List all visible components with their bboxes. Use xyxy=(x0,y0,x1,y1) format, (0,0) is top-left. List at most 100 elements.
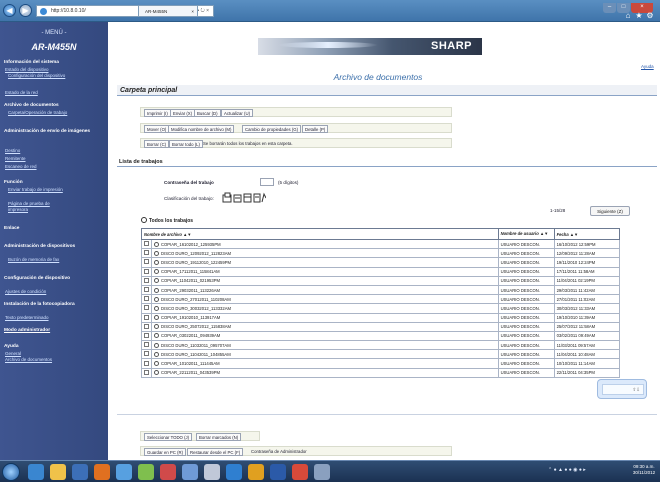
app8-taskbar-icon[interactable] xyxy=(248,464,264,480)
back-button[interactable]: ◀ xyxy=(3,4,16,17)
scroll-arrows-icon[interactable]: ⇧⇩ xyxy=(602,384,644,395)
filename-cell[interactable]: DISCO DURO_30032012_113332AM xyxy=(151,303,499,314)
filename-cell[interactable]: COPIAR_03022011_094939AM xyxy=(151,330,499,342)
sort-icon[interactable]: ▲▼ xyxy=(570,232,578,237)
sidebar-link-carpeta[interactable]: Carpeta/Operación de trabajo xyxy=(8,110,74,116)
sidebar-link-buzon-fax[interactable]: Buzón de memoria de fax xyxy=(8,257,74,263)
print-button[interactable]: Imprimir (I) xyxy=(144,109,171,117)
sort-icon[interactable]: ▲▼ xyxy=(540,231,548,236)
explorer-taskbar-icon[interactable] xyxy=(50,464,66,480)
filename-cell[interactable]: COPIAR_19102010_113917AM xyxy=(151,312,499,323)
favorites-icon[interactable]: ★ xyxy=(634,11,644,21)
table-row[interactable]: COPIAR_16102012_125935PM USUARIO DESCON. 1… xyxy=(141,238,621,250)
minimize-button[interactable]: – xyxy=(603,3,616,13)
filename-cell[interactable]: DISCO DURO_11032011_095707AM xyxy=(151,340,499,351)
app10-taskbar-icon[interactable] xyxy=(314,464,330,480)
table-row[interactable]: COPIAR_03022011_094939AM USUARIO DESCON. 0… xyxy=(141,330,621,342)
table-row[interactable]: DISCO DURO_12092012_112823AM USUARIO DESC… xyxy=(141,248,621,259)
send-button[interactable]: Enviar (X) xyxy=(170,109,196,117)
move-button[interactable]: Mover (O) xyxy=(144,125,170,133)
filename-cell[interactable]: COPIAR_22112011_043539PM xyxy=(151,367,499,378)
row-checkbox[interactable] xyxy=(144,241,149,247)
select-all-button[interactable]: Seleccionar TODO (J) xyxy=(144,433,193,441)
sidebar-link-ajustes[interactable]: Ajustes de condición xyxy=(5,289,105,295)
filename-cell[interactable]: COPIAR_11042011_021953PM xyxy=(151,275,499,286)
search-button[interactable]: Buscar (D) xyxy=(194,109,221,117)
table-row[interactable]: DISCO DURO_25072012_115838AM USUARIO DESC… xyxy=(141,321,621,332)
sidebar-link-pagina-prueba[interactable]: Página de prueba de impresora xyxy=(8,201,64,212)
row-checkbox[interactable] xyxy=(144,314,149,320)
properties-button[interactable]: Cambio de propiedades (G) xyxy=(242,125,302,133)
filename-cell[interactable]: DISCO DURO_25072012_115838AM xyxy=(151,321,499,332)
sidebar-link-escaneo-red[interactable]: Escaneo de red xyxy=(5,164,105,170)
filename-cell[interactable]: DISCO DURO_19112010_122459PM xyxy=(151,257,499,268)
table-row[interactable]: DISCO DURO_11042011_104855AM USUARIO DESC… xyxy=(141,349,621,360)
sidebar-link-general[interactable]: General xyxy=(5,351,105,357)
row-checkbox[interactable] xyxy=(144,277,149,283)
help-link[interactable]: Ayuda xyxy=(641,64,654,69)
print-class-icon[interactable] xyxy=(233,194,242,203)
row-checkbox[interactable] xyxy=(144,342,149,348)
app2-taskbar-icon[interactable] xyxy=(116,464,132,480)
app3-taskbar-icon[interactable] xyxy=(138,464,154,480)
sidebar-link-config-dispositivo[interactable]: Configuración del dispositivo xyxy=(8,73,68,79)
row-checkbox[interactable] xyxy=(144,360,149,366)
rename-button[interactable]: Modifica nombre de archivo (M) xyxy=(168,125,235,133)
app7-taskbar-icon[interactable] xyxy=(226,464,242,480)
table-row[interactable]: COPIAR_11042011_021953PM USUARIO DESCON. 1… xyxy=(141,275,621,286)
app4-taskbar-icon[interactable] xyxy=(160,464,176,480)
browser-tab[interactable]: AR-M455N × xyxy=(138,5,198,17)
table-row[interactable]: COPIAR_17112011_115841AM USUARIO DESCON. 1… xyxy=(141,266,621,277)
detail-button[interactable]: Detalle (P) xyxy=(302,125,329,133)
job-password-input[interactable] xyxy=(260,178,274,186)
table-row[interactable]: DISCO DURO_30032012_113332AM USUARIO DESC… xyxy=(141,303,621,314)
forward-button[interactable]: ▶ xyxy=(19,4,32,17)
table-row[interactable]: COPIAR_19102010_113917AM USUARIO DESCON. 1… xyxy=(141,312,621,323)
sidebar-section-modo-admin[interactable]: Modo administrador xyxy=(4,328,104,334)
row-checkbox[interactable] xyxy=(144,268,149,274)
filename-cell[interactable]: COPIAR_10102011_111445AM xyxy=(151,358,499,369)
row-checkbox[interactable] xyxy=(144,332,149,338)
sidebar-link-texto-predeterminado[interactable]: Texto predeterminado xyxy=(5,315,105,321)
fax-class-icon[interactable] xyxy=(253,193,261,203)
media-taskbar-icon[interactable] xyxy=(72,464,88,480)
delete-button[interactable]: Borrar (C) xyxy=(144,140,170,148)
col-date[interactable]: Fecha ▲▼ xyxy=(553,228,621,240)
save-to-pc-button[interactable]: Guardar en PC (R) xyxy=(144,448,187,456)
table-row[interactable]: DISCO DURO_19112010_122459PM USUARIO DESC… xyxy=(141,257,621,268)
row-checkbox[interactable] xyxy=(144,323,149,329)
row-checkbox[interactable] xyxy=(144,369,149,375)
row-checkbox[interactable] xyxy=(144,250,149,256)
app-taskbar-icon[interactable] xyxy=(94,464,110,480)
col-username[interactable]: Nombre de usuario ▲▼ xyxy=(497,228,555,240)
clock[interactable]: 09:30 a.m. 30/11/2012 xyxy=(630,464,658,476)
ie-taskbar-icon[interactable] xyxy=(28,464,44,480)
restore-from-pc-button[interactable]: Restaurar desde el PC (F) xyxy=(187,448,244,456)
word-taskbar-icon[interactable] xyxy=(270,464,286,480)
row-checkbox[interactable] xyxy=(144,287,149,293)
filename-cell[interactable]: COPIAR_17112011_115841AM xyxy=(151,266,499,277)
table-row[interactable]: DISCO DURO_11032011_095707AM USUARIO DESC… xyxy=(141,340,621,351)
copy-class-icon[interactable] xyxy=(222,192,232,203)
scroll-widget[interactable]: ⇧⇩ xyxy=(597,379,647,399)
table-row[interactable]: DISCO DURO_27012011_110208AM USUARIO DESC… xyxy=(141,294,621,305)
delete-marked-button[interactable]: Borrar marcados (N) xyxy=(196,433,242,441)
sidebar-link-destino[interactable]: Destino xyxy=(5,148,105,154)
sidebar-link-ayuda-archivo[interactable]: Archivo de documentos xyxy=(5,357,105,363)
col-filename[interactable]: Nombre de archivo ▲▼ xyxy=(141,228,499,240)
sidebar-link-estado-red[interactable]: Estado de la red xyxy=(5,90,105,96)
tab-close-icon[interactable]: × xyxy=(191,6,194,17)
home-icon[interactable]: ⌂ xyxy=(623,11,633,21)
app9-taskbar-icon[interactable] xyxy=(292,464,308,480)
filename-cell[interactable]: DISCO DURO_12092012_112823AM xyxy=(151,248,499,259)
next-page-button[interactable]: Siguiente (Z) xyxy=(590,206,630,216)
sort-icon[interactable]: ▲▼ xyxy=(183,232,191,237)
filename-cell[interactable]: DISCO DURO_27012011_110208AM xyxy=(151,294,499,305)
table-row[interactable]: COPIAR_22112011_043539PM USUARIO DESCON. 2… xyxy=(141,367,621,378)
sidebar-link-enviar-trabajo[interactable]: Enviar trabajo de impresión xyxy=(8,187,64,193)
system-tray[interactable]: ⌃ ● ▲ ● ● ◉ ● ▸ xyxy=(548,467,586,473)
filename-cell[interactable]: COPIAR_16102012_125935PM xyxy=(151,238,499,250)
row-checkbox[interactable] xyxy=(144,351,149,357)
table-row[interactable]: COPIAR_29032011_113226AM USUARIO DESCON. 2… xyxy=(141,284,621,296)
app6-taskbar-icon[interactable] xyxy=(204,464,220,480)
